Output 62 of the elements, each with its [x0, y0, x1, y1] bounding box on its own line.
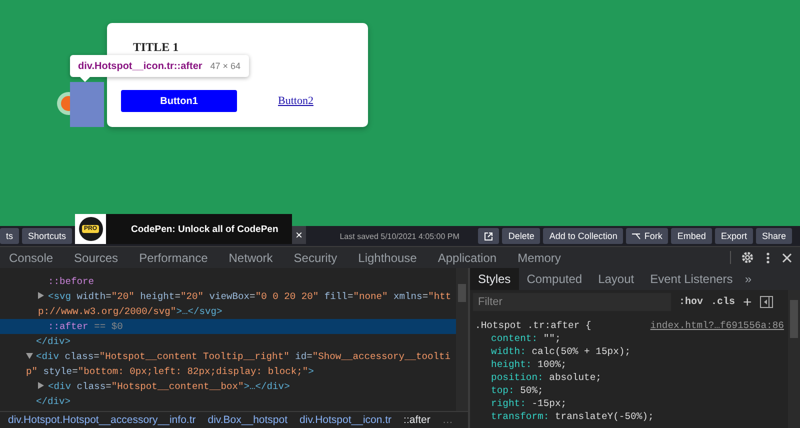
toolbar-button[interactable]: Share: [756, 228, 792, 244]
toolbar-button[interactable]: Export: [714, 228, 753, 244]
css-selector: .Hotspot .tr:after {: [475, 319, 592, 332]
css-declaration: content: "";: [490, 332, 562, 345]
dom-node-line[interactable]: ::before: [0, 274, 456, 289]
scrollbar[interactable]: [788, 290, 800, 428]
fork-button[interactable]: Fork: [626, 228, 668, 244]
devtools-tab[interactable]: Sources: [74, 247, 118, 268]
close-button[interactable]: ×: [292, 226, 306, 244]
toolbar-button[interactable]: ts: [0, 228, 20, 244]
tooltip-selector: div.Hotspot__icon.tr::after: [78, 60, 202, 72]
closing-tag: </div>: [36, 336, 71, 347]
closing-tag: </div>: [36, 396, 71, 407]
new-rule-button[interactable]: +: [743, 294, 752, 310]
devtools-tab[interactable]: Memory: [518, 247, 561, 268]
devtools-tab[interactable]: Application: [438, 247, 497, 268]
dom-node-line[interactable]: <div class="Hotspot__content__box">…</div>: [0, 379, 456, 394]
breadcrumb[interactable]: div.Box__hotspot: [208, 414, 288, 426]
css-declaration: transform: translateY(-50%);: [490, 410, 655, 423]
toggle-button[interactable]: .cls: [711, 296, 736, 308]
dom-node-line[interactable]: <div class="Hotspot__content Tooltip__right" id="Show__accessory__tooltip" style="bottom: 0px;left: 82px;display: block;">: [0, 349, 456, 379]
filter-field[interactable]: Filter: [473, 293, 671, 311]
devtools-tab[interactable]: Security: [294, 247, 338, 268]
primary-button[interactable]: Button1: [121, 90, 237, 112]
breadcrumb[interactable]: div.Hotspot.Hotspot__accessory__info.tr: [8, 414, 196, 426]
open-external-button[interactable]: [478, 228, 500, 244]
close-icon[interactable]: [782, 252, 792, 262]
element-highlight: [70, 82, 104, 127]
styles-tab[interactable]: Event Listeners: [642, 268, 741, 290]
scrollbar[interactable]: [456, 268, 468, 412]
styles-tab[interactable]: Layout: [590, 268, 642, 290]
more-tabs[interactable]: »: [744, 272, 752, 286]
css-declaration: right: -15px;: [490, 397, 568, 410]
toolbar-button[interactable]: Delete: [502, 228, 540, 244]
external-link-icon: [484, 232, 494, 240]
dom-node-line[interactable]: <svg width="20" height="20" viewBox="0 0 20 20" fill="none" xmlns="http://www.w3.org/2000/svg">…</svg>: [0, 289, 456, 319]
devtools-tab[interactable]: Lighthouse: [358, 247, 417, 268]
devtools-tab[interactable]: Network: [228, 247, 273, 268]
breadcrumb[interactable]: ::after: [404, 414, 430, 426]
tooltip-size: 47 × 64: [210, 61, 241, 71]
toggle-button[interactable]: :hov: [679, 296, 704, 308]
css-declaration: top: 50%;: [490, 384, 544, 397]
fork-icon: [632, 232, 642, 240]
devtools-tab[interactable]: Performance: [139, 247, 208, 268]
source-link[interactable]: index.html?…f691556a:86: [650, 319, 784, 332]
toolbar-button[interactable]: Shortcuts: [22, 228, 72, 244]
breadcrumb[interactable]: div.Hotspot__icon.tr: [300, 414, 392, 426]
settings-icon[interactable]: [741, 251, 754, 264]
last-saved-text: Last saved 5/10/2021 4:05:00 PM: [340, 232, 460, 240]
toolbar-button[interactable]: Add to Collection: [543, 228, 624, 244]
card-title: TITLE 1: [133, 40, 179, 55]
sidebar-toggle-icon[interactable]: [760, 296, 773, 308]
css-declaration: width: calc(50% + 15px);: [490, 345, 632, 358]
css-declaration: position: absolute;: [490, 371, 602, 384]
toolbar-button[interactable]: Embed: [671, 228, 712, 244]
css-declaration: height: 100%;: [490, 358, 568, 371]
more-options-icon[interactable]: [766, 252, 770, 264]
devtools-tab[interactable]: Console: [9, 247, 54, 268]
styles-tab[interactable]: Styles: [470, 268, 519, 290]
link-button[interactable]: Button2: [278, 95, 314, 107]
promo-text: CodePen: Unlock all of CodePen: [131, 224, 278, 234]
styles-tab[interactable]: Computed: [518, 268, 590, 290]
